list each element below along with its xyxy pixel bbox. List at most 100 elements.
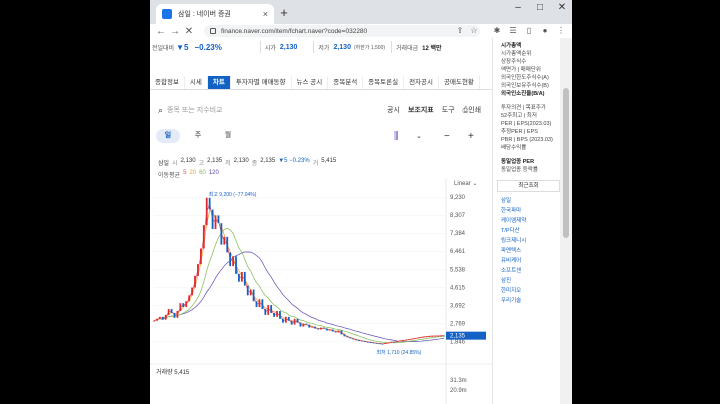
volume-tag: 거 xyxy=(312,161,319,167)
minimize-button[interactable]: – xyxy=(510,2,526,13)
menu-icon[interactable]: ⋮ xyxy=(556,26,566,35)
print-button[interactable]: ⎙인쇄 xyxy=(463,105,482,115)
period-day-button[interactable]: 일 xyxy=(156,129,180,143)
sidebar-info-item: PER | EPS(2023.03) xyxy=(501,121,552,127)
sidebar-info-item: 외국인소진율(B/A) xyxy=(501,91,545,97)
candle xyxy=(164,314,167,320)
candle xyxy=(422,336,425,338)
candle xyxy=(378,343,381,345)
candle xyxy=(238,273,240,282)
address-bar[interactable]: finance.naver.com/item/fchart.naver?code… xyxy=(204,25,480,37)
candle xyxy=(308,324,311,328)
recent-stock-link[interactable]: 소프트센 xyxy=(501,266,560,276)
recent-stock-link[interactable]: 링크제니시 xyxy=(501,236,560,246)
candle xyxy=(284,316,287,323)
profile-icon[interactable]: ● xyxy=(540,26,550,35)
candle xyxy=(170,309,173,313)
candle xyxy=(158,316,161,319)
recent-stock-link[interactable]: 유비케어 xyxy=(501,256,560,266)
indicator-button[interactable]: 보조지표 xyxy=(408,105,434,115)
ohlc-change: ▼5 −0.23% xyxy=(278,158,310,164)
share-icon[interactable]: ⇪ xyxy=(455,26,465,35)
y-tick-label: 4,615 xyxy=(450,285,466,291)
recent-stock-link[interactable]: T/P다산 xyxy=(501,226,560,236)
tab-disclosure[interactable]: 전자공시 xyxy=(404,76,439,89)
y-tick-label: 8,307 xyxy=(450,213,466,219)
recent-stock-link[interactable]: 한국파마 xyxy=(501,206,560,216)
sidebar-icon[interactable]: ▯ xyxy=(524,26,534,35)
close-tag: 종 xyxy=(251,161,258,167)
back-icon[interactable]: ← xyxy=(154,26,168,37)
recent-stock-link[interactable]: 케이엠제약 xyxy=(501,216,560,226)
forward-icon[interactable]: → xyxy=(168,26,182,37)
last-price-label: 2,135 xyxy=(450,334,466,340)
candle xyxy=(205,197,208,226)
candle xyxy=(434,335,437,337)
close-window-button[interactable]: ✕ xyxy=(554,2,570,13)
sidebar-info-item: 시가총액순위 xyxy=(501,51,532,57)
candle xyxy=(416,337,419,339)
tab-analysis[interactable]: 종목분석 xyxy=(328,76,364,89)
candle xyxy=(153,320,155,322)
candle xyxy=(173,312,176,318)
ma60-line xyxy=(153,227,445,344)
zoom-out-icon[interactable]: − xyxy=(444,131,450,142)
ohlc-open: 2,130 xyxy=(180,158,196,164)
sidebar-info-item: 동일업종 PER xyxy=(501,159,535,165)
chevron-down-icon[interactable]: ⌄ xyxy=(416,132,422,140)
close-tab-icon[interactable]: × xyxy=(263,9,268,19)
tab-news[interactable]: 뉴스 공시 xyxy=(292,76,329,89)
candle xyxy=(267,305,270,315)
recent-stock-link[interactable]: 우리기술 xyxy=(501,296,560,306)
candle xyxy=(273,312,276,317)
tab-discussion[interactable]: 종목토론실 xyxy=(363,76,405,89)
candle xyxy=(167,309,170,315)
tab-summary[interactable]: 종합정보 xyxy=(150,76,185,89)
candle-type-icon[interactable]: ⫼ xyxy=(394,131,399,142)
tab-chart[interactable]: 차트 xyxy=(207,76,231,89)
candle xyxy=(261,299,264,310)
tab-short-selling[interactable]: 공매도현황 xyxy=(439,76,480,89)
period-week-button[interactable]: 주 xyxy=(186,129,210,143)
candle xyxy=(431,335,434,337)
zoom-in-icon[interactable]: + xyxy=(468,131,474,142)
candle xyxy=(185,301,188,308)
recent-stock-link[interactable]: 파멘텍스 xyxy=(501,246,560,256)
compare-search-input[interactable]: 종목 또는 지수비교 xyxy=(167,105,347,115)
tool-button[interactable]: 도구 xyxy=(442,105,455,115)
sidebar-info-list: 시가총액 시가총액순위 상장주식수 액면가 | 매매단위 외국인한도주식수(A) 외국인보… xyxy=(501,38,560,174)
candle xyxy=(161,316,164,320)
main-panel: 전일대비 ▼5 −0.23% 시가 2,130 저가 2,130 (하한가 1,… xyxy=(150,38,492,404)
candle xyxy=(381,343,384,345)
candle xyxy=(302,323,305,327)
scroll-thumb[interactable] xyxy=(563,88,569,238)
candle xyxy=(258,299,261,308)
open-label: 시가 xyxy=(264,45,276,52)
price-chart[interactable]: 9,230 8,307 7,384 6,461 5,538 4,615 3,692 2,769… xyxy=(150,178,492,404)
recent-stock-link[interactable]: 한미지오 xyxy=(501,286,560,296)
candle xyxy=(290,320,293,325)
tab-investor[interactable]: 투자자별 매매동향 xyxy=(231,76,292,89)
extensions-icon[interactable]: ✱ xyxy=(492,26,502,35)
candle xyxy=(229,252,232,267)
page-content: 전일대비 ▼5 −0.23% 시가 2,130 저가 2,130 (하한가 1,… xyxy=(150,38,572,404)
stop-loading-icon[interactable]: ✕ xyxy=(182,26,196,37)
candle xyxy=(372,342,375,344)
ohlc-legend: 삼일 시 2,130 고 2,135 저 2,130 종 2,135 ▼5 −0.23%… xyxy=(158,158,336,167)
maximize-button[interactable]: □ xyxy=(532,2,548,13)
recent-stock-link[interactable]: 삼일 xyxy=(501,196,560,206)
browser-tab[interactable]: 삼일 : 네이버 증권 × xyxy=(156,4,274,24)
recent-stock-link[interactable]: 삼진 xyxy=(501,276,560,286)
candle xyxy=(179,303,182,311)
new-tab-button[interactable]: + xyxy=(276,5,292,21)
tab-price[interactable]: 시세 xyxy=(185,76,208,89)
page-scrollbar[interactable] xyxy=(560,38,572,404)
reading-list-icon[interactable]: ☰ xyxy=(508,26,518,35)
period-month-button[interactable]: 월 xyxy=(216,129,240,143)
stock-name: 삼일 xyxy=(158,161,170,167)
candle xyxy=(211,209,214,230)
bookmark-star-icon[interactable]: ☆ xyxy=(469,26,479,35)
low-tag: 저 xyxy=(225,161,231,167)
prev-label: 전일대비 xyxy=(152,45,175,52)
notice-button[interactable]: 공시 xyxy=(387,105,400,115)
